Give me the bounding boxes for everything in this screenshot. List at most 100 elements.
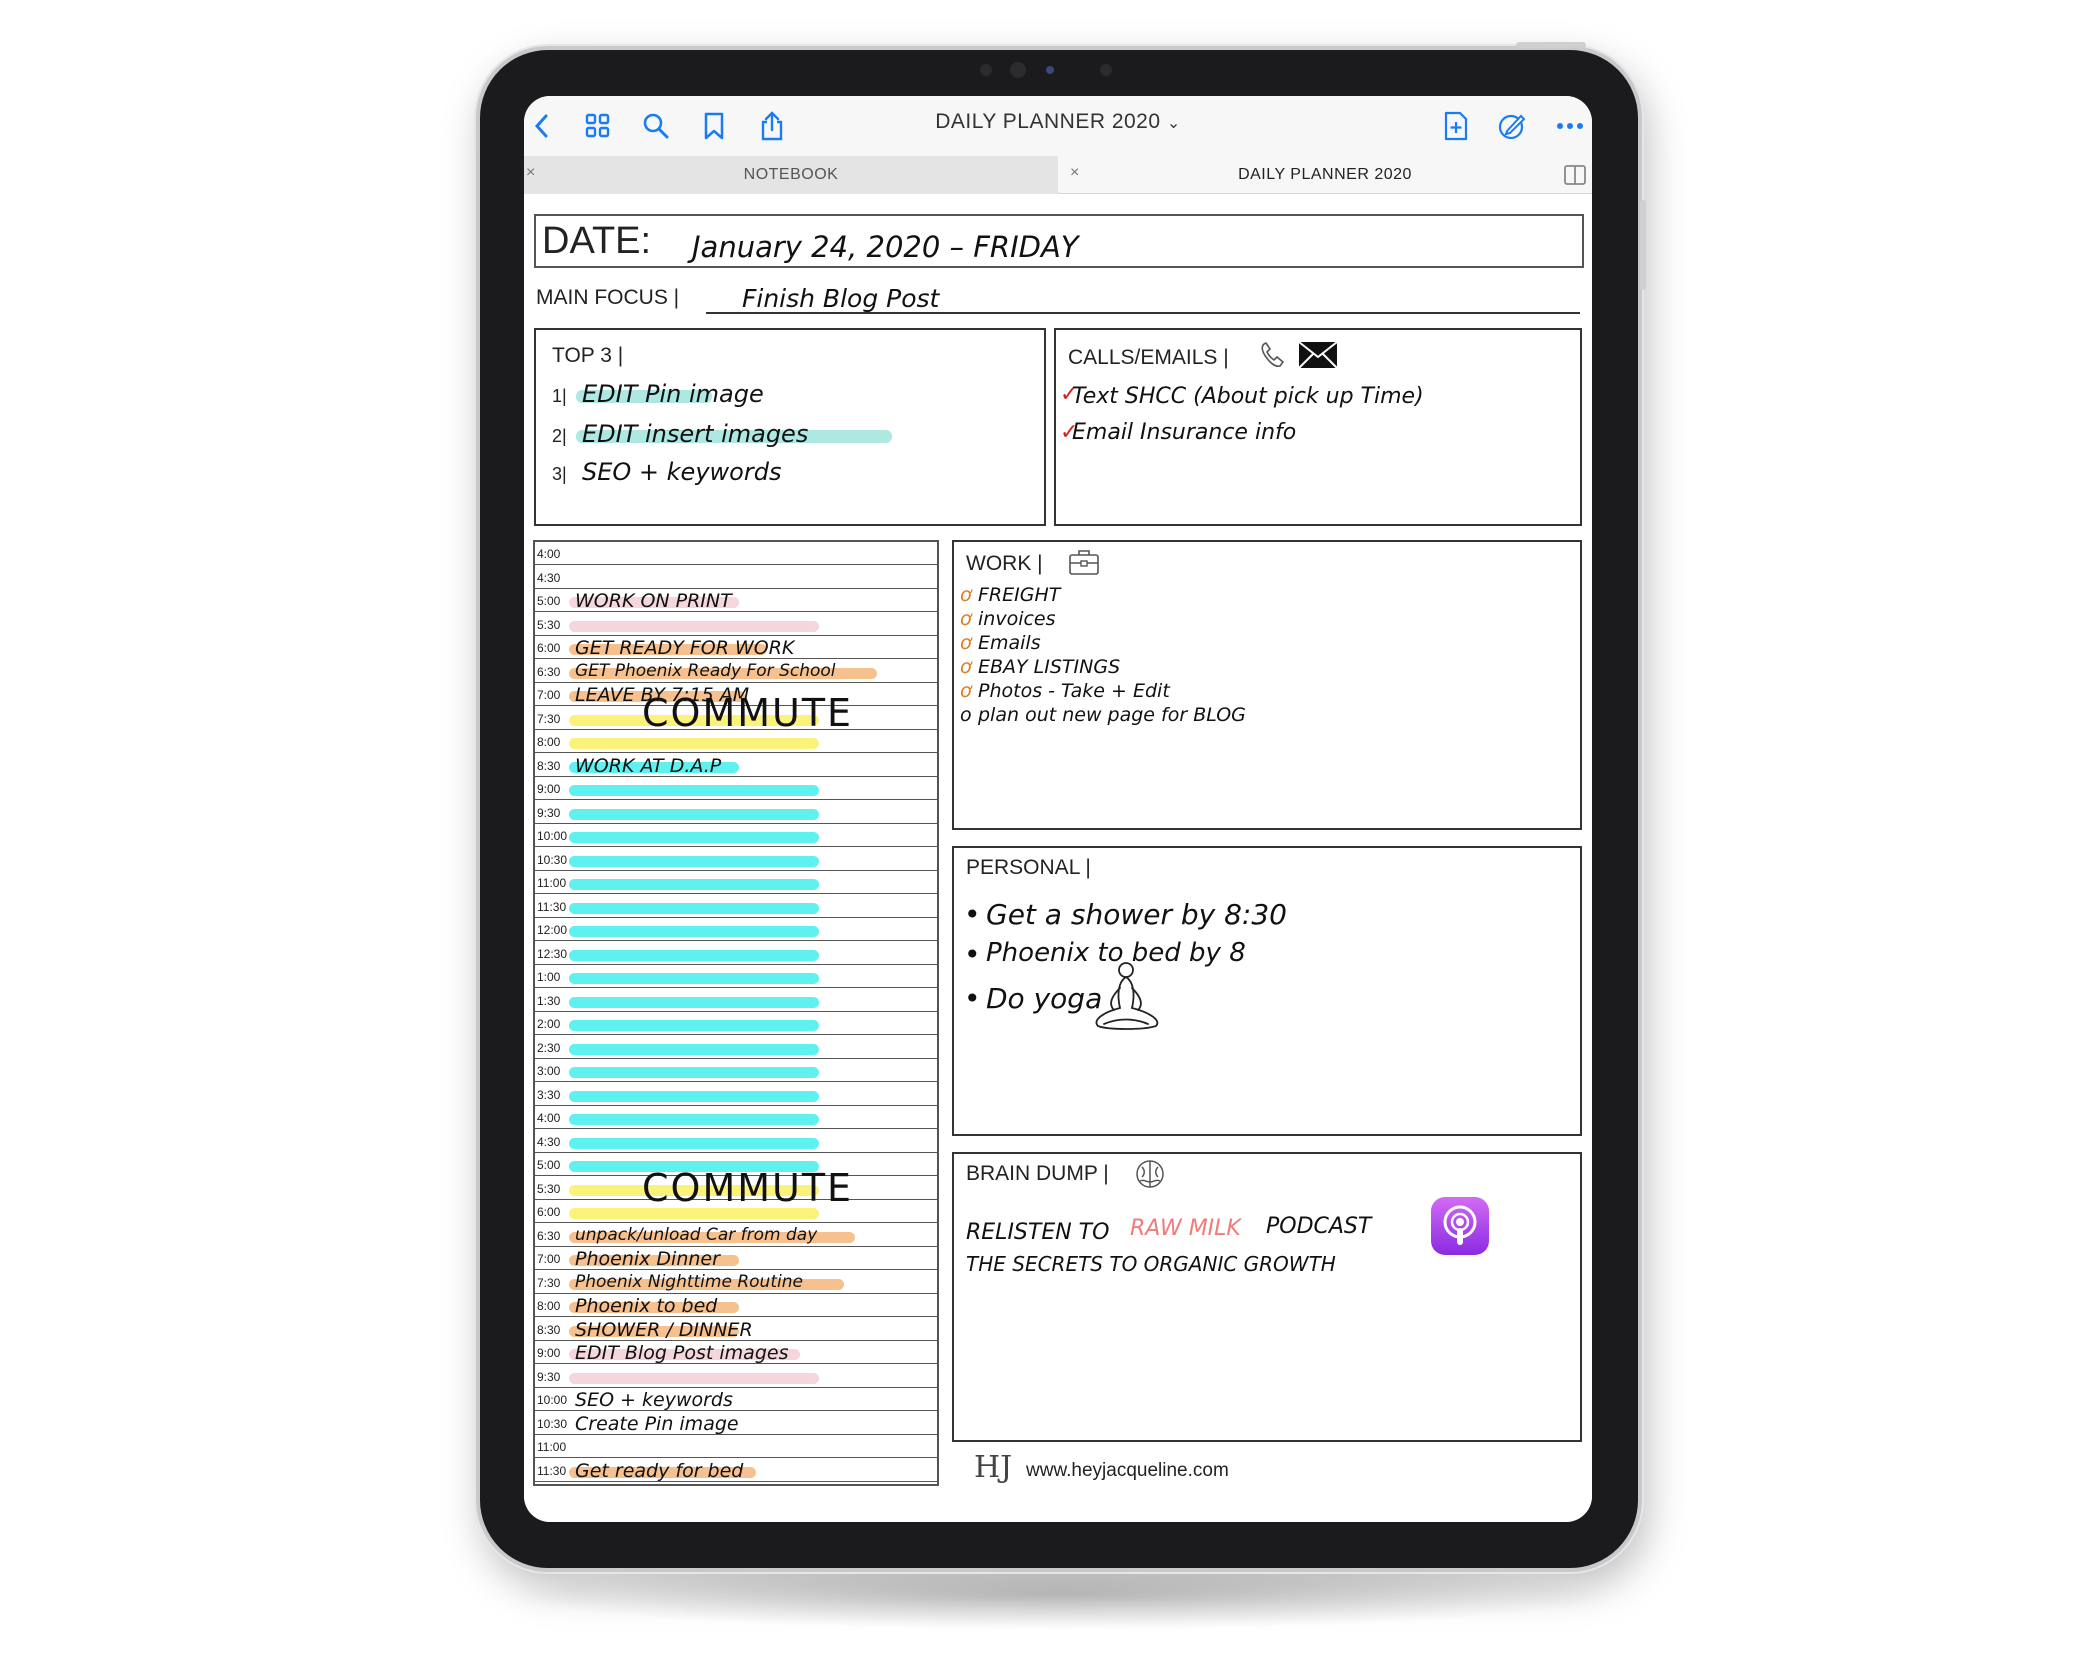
close-icon[interactable]: ×	[526, 164, 535, 182]
schedule-row[interactable]: 9:00	[535, 777, 937, 801]
planner-page[interactable]: DATE: January 24, 2020 – FRIDAY MAIN FOC…	[524, 194, 1592, 1522]
schedule-row[interactable]: 12:00	[535, 918, 937, 942]
pen-icon[interactable]	[1494, 108, 1530, 144]
more-icon[interactable]	[1552, 108, 1588, 144]
time-label: 11:30	[537, 1463, 567, 1478]
commute-label: COMMUTE	[642, 1166, 854, 1210]
screen: DAILY PLANNER 2020 ⌄ NOTEBOOK × DAILY PL…	[524, 96, 1592, 1522]
document-title[interactable]: DAILY PLANNER 2020 ⌄	[524, 110, 1592, 134]
time-label: 3:30	[537, 1087, 561, 1102]
schedule-row[interactable]: 4:00	[535, 1106, 937, 1130]
schedule-row[interactable]: 12:30	[535, 942, 937, 965]
time-label: 11:30	[537, 899, 567, 914]
schedule-row[interactable]: 10:00	[535, 824, 937, 848]
time-label: 6:00	[537, 1205, 561, 1219]
time-label: 9:00	[537, 1346, 561, 1360]
time-label: 12:30	[537, 946, 568, 961]
time-label: 3:00	[537, 1064, 561, 1078]
time-label: 6:00	[537, 641, 561, 655]
work-item: FREIGHT	[978, 584, 1061, 606]
bullet: •	[964, 938, 981, 971]
main-focus-label: MAIN FOCUS |	[536, 286, 680, 309]
time-label: 4:30	[537, 1134, 561, 1149]
top3-item: EDIT Pin image	[582, 380, 764, 408]
schedule-row[interactable]: 6:30 GET Phoenix Ready For School	[535, 660, 937, 683]
schedule-row[interactable]: 1:30	[535, 989, 937, 1012]
volume-button	[1640, 200, 1646, 290]
schedule-row[interactable]: 11:30	[535, 895, 937, 918]
call-item: Text SHCC (About pick up Time)	[1072, 384, 1424, 409]
brain-dump-text: RELISTEN TO	[966, 1220, 1110, 1245]
highlight	[569, 902, 819, 914]
tab-daily-planner[interactable]: DAILY PLANNER 2020	[1058, 156, 1592, 194]
schedule-row[interactable]: 9:30	[535, 801, 937, 824]
schedule-row[interactable]: 3:30	[535, 1083, 937, 1106]
schedule-row[interactable]: 4:30	[535, 1130, 937, 1153]
time-label: 8:00	[537, 735, 561, 749]
highlight	[569, 1137, 819, 1149]
time-label: 4:30	[537, 570, 561, 585]
schedule-row[interactable]: 2:00	[535, 1012, 937, 1036]
schedule-row[interactable]: 10:30 Create Pin image	[535, 1412, 937, 1435]
schedule-task: EDIT Blog Post images	[575, 1342, 789, 1364]
schedule-row[interactable]: 4:00	[535, 542, 937, 566]
tab-notebook[interactable]: NOTEBOOK	[524, 156, 1058, 194]
schedule-task: WORK ON PRINT	[575, 590, 732, 612]
hourly-schedule: 4:00 4:30 5:00 WORK ON PRINT 5:30 6:00 GET REA…	[533, 540, 939, 1486]
schedule-row[interactable]: 1:00	[535, 965, 937, 989]
schedule-row[interactable]: 5:30	[535, 613, 937, 636]
schedule-row[interactable]: 11:30 Get ready for bed	[535, 1459, 937, 1482]
split-view-icon[interactable]	[1564, 165, 1586, 190]
tab-label: DAILY PLANNER 2020	[1238, 166, 1412, 183]
add-page-icon[interactable]	[1438, 108, 1474, 144]
schedule-row[interactable]: 10:30	[535, 848, 937, 871]
personal-title: PERSONAL |	[966, 856, 1091, 879]
power-button	[1516, 42, 1586, 48]
top3-num: 1|	[552, 386, 567, 406]
brain-icon	[1134, 1158, 1166, 1195]
time-label: 4:00	[537, 547, 561, 561]
personal-box: PERSONAL | • Get a shower by 8:30 • Phoe…	[952, 846, 1582, 1136]
schedule-row[interactable]: 9:00 EDIT Blog Post images	[535, 1341, 937, 1365]
schedule-row[interactable]: 4:30	[535, 566, 937, 589]
schedule-row[interactable]: 2:30	[535, 1036, 937, 1059]
schedule-row[interactable]: 7:00 Phoenix Dinner	[535, 1247, 937, 1271]
sensor-dot	[980, 64, 992, 76]
phone-icon	[1258, 340, 1288, 375]
schedule-row[interactable]: 8:30 WORK AT D.A.P	[535, 754, 937, 777]
time-label: 10:30	[537, 852, 568, 867]
time-label: 9:30	[537, 805, 561, 820]
highlight	[569, 949, 819, 961]
bullet: •	[964, 982, 981, 1015]
time-label: 5:00	[537, 1158, 561, 1172]
schedule-row[interactable]: 10:00 SEO + keywords	[535, 1388, 937, 1412]
schedule-row[interactable]: 5:00 WORK ON PRINT	[535, 589, 937, 613]
schedule-row[interactable]: 9:30	[535, 1365, 937, 1388]
main-focus-value: Finish Blog Post	[742, 284, 940, 313]
schedule-row[interactable]: 7:30 Phoenix Nighttime Routine	[535, 1271, 937, 1294]
time-label: 6:30	[537, 1228, 561, 1243]
close-icon[interactable]: ×	[1070, 164, 1079, 182]
highlight	[569, 879, 819, 890]
schedule-row[interactable]: 6:00 GET READY FOR WORK	[535, 636, 937, 660]
schedule-row[interactable]: 8:30 SHOWER / DINNER	[535, 1318, 937, 1341]
schedule-row[interactable]: 11:00	[535, 871, 937, 895]
time-label: 6:30	[537, 664, 561, 679]
work-title: WORK |	[966, 552, 1043, 575]
time-label: 8:30	[537, 758, 561, 773]
schedule-row[interactable]: 11:00	[535, 1435, 937, 1459]
time-label: 4:00	[537, 1111, 561, 1125]
schedule-row[interactable]: 6:30 unpack/unload Car from day	[535, 1224, 937, 1247]
schedule-task: Create Pin image	[575, 1412, 739, 1435]
time-label: 7:30	[537, 1275, 561, 1290]
time-label: 5:00	[537, 594, 561, 608]
schedule-task: GET READY FOR WORK	[575, 637, 795, 659]
schedule-task: unpack/unload Car from day	[575, 1224, 818, 1245]
calls-emails-box: CALLS/EMAILS | ✓ Text SHCC (About pick u…	[1054, 328, 1582, 526]
highlight	[569, 1067, 819, 1078]
schedule-row[interactable]: 8:00 Phoenix to bed	[535, 1294, 937, 1318]
website-url[interactable]: www.heyjacqueline.com	[1026, 1460, 1229, 1482]
done-check-icon: ơ	[960, 680, 972, 702]
schedule-row[interactable]: 3:00	[535, 1059, 937, 1083]
highlight	[569, 1090, 819, 1102]
